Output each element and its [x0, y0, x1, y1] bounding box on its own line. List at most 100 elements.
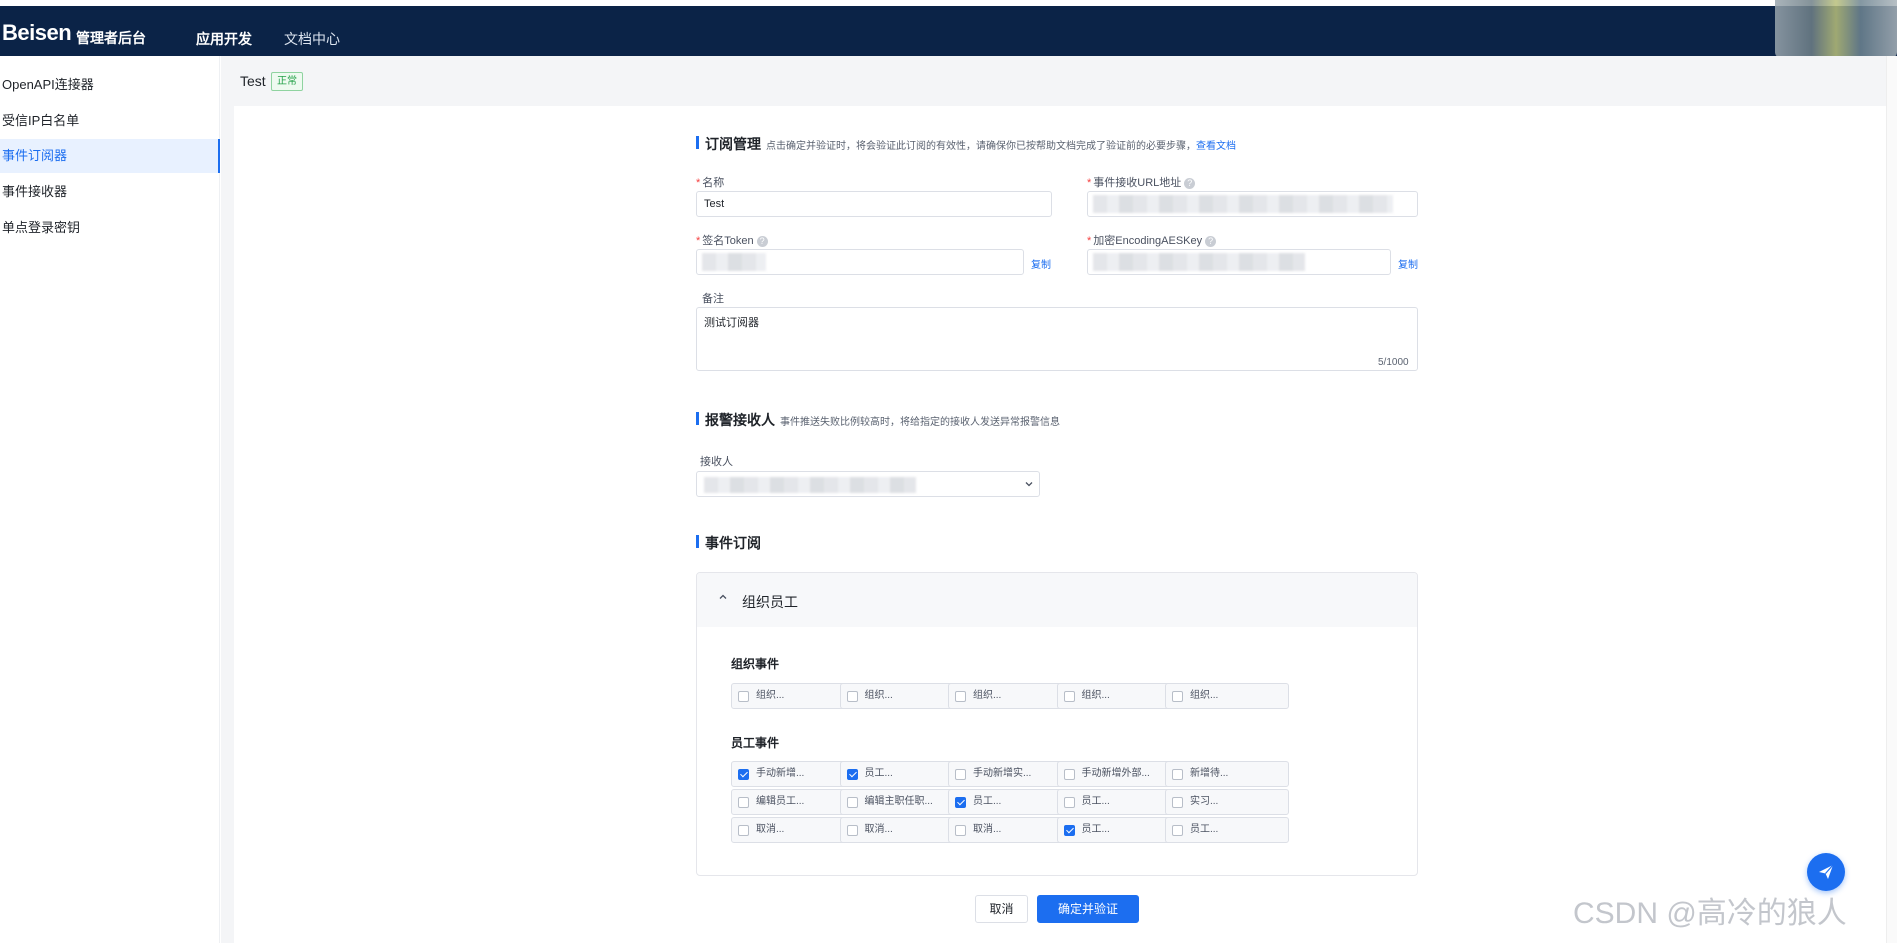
event-checkbox[interactable]: 组织... [1165, 683, 1289, 709]
event-checkbox[interactable]: 编辑员工... [731, 789, 855, 815]
checkbox-unchecked-icon[interactable] [738, 797, 749, 808]
checkbox-checked-icon[interactable] [955, 797, 966, 808]
event-checkbox-label: 员工... [1081, 796, 1110, 807]
event-checkbox[interactable]: 组织... [1056, 683, 1181, 709]
event-checkbox-label: 手动新增... [756, 768, 805, 779]
event-checkbox[interactable]: 手动新增实... [948, 761, 1072, 787]
event-checkbox[interactable]: 取消... [948, 817, 1072, 843]
copy-aes-key-button[interactable]: 复制 [1398, 256, 1418, 271]
checkbox-unchecked-icon[interactable] [1172, 825, 1183, 836]
paper-plane-icon [1819, 864, 1834, 879]
checkbox-unchecked-icon[interactable] [738, 825, 749, 836]
cancel-button[interactable]: 取消 [975, 895, 1028, 923]
event-checkbox-label: 组织... [864, 690, 893, 701]
event-checkbox-label: 取消... [864, 824, 893, 835]
event-checkbox-label: 组织... [973, 690, 1002, 701]
nav-doc-center[interactable]: 文档中心 [284, 29, 340, 49]
url-label-text: 事件接收URL地址 [1093, 177, 1182, 189]
event-checkbox[interactable]: 组织... [839, 683, 964, 709]
event-checkbox[interactable]: 新增待... [1165, 761, 1289, 787]
event-checkbox-label: 取消... [756, 824, 785, 835]
remark-char-counter: 5/1000 [1378, 357, 1409, 368]
name-label-text: 名称 [702, 177, 725, 189]
checkbox-unchecked-icon[interactable] [1172, 691, 1183, 702]
event-checkbox[interactable]: 手动新增外部... [1056, 761, 1181, 787]
remark-textarea[interactable]: 测试订阅器 [696, 307, 1418, 371]
checkbox-unchecked-icon[interactable] [846, 825, 858, 836]
checkbox-unchecked-icon[interactable] [846, 797, 858, 808]
checkbox-unchecked-icon[interactable] [1063, 769, 1075, 780]
event-checkbox[interactable]: 员工... [1165, 817, 1289, 843]
nav-app-development[interactable]: 应用开发 [196, 29, 252, 49]
name-label: * 名称 [696, 177, 725, 189]
event-checkbox-label: 员工... [864, 768, 893, 779]
checkbox-unchecked-icon[interactable] [955, 825, 966, 836]
top-navbar: Beisen 管理者后台 应用开发 文档中心 [0, 6, 1897, 56]
event-checkbox-label: 手动新增外部... [1081, 768, 1150, 779]
event-checkbox[interactable]: 员工... [1056, 789, 1181, 815]
event-checkbox[interactable]: 取消... [839, 817, 964, 843]
section-title-subscription: 订阅管理 [696, 134, 761, 154]
token-label: * 签名Token? [696, 232, 768, 248]
logo[interactable]: Beisen [2, 20, 72, 46]
event-checkbox[interactable]: 组织... [731, 683, 855, 709]
checkbox-unchecked-icon[interactable] [738, 691, 749, 702]
event-checkbox[interactable]: 员工... [839, 761, 964, 787]
checkbox-unchecked-icon[interactable] [1063, 797, 1075, 808]
event-checkbox-label: 组织... [756, 690, 785, 701]
redacted-token [702, 253, 766, 271]
event-checkbox-label: 组织... [1190, 690, 1219, 701]
checkbox-unchecked-icon[interactable] [955, 769, 966, 780]
logo-subtitle: 管理者后台 [76, 30, 146, 46]
event-checkbox-label: 组织... [1081, 690, 1110, 701]
checkbox-unchecked-icon[interactable] [846, 691, 858, 702]
event-checkbox[interactable]: 手动新增... [731, 761, 855, 787]
checkbox-checked-icon[interactable] [738, 769, 749, 780]
event-checkbox-label: 员工... [1081, 824, 1110, 835]
confirm-verify-button[interactable]: 确定并验证 [1037, 895, 1139, 923]
sidebar-item-ip-whitelist[interactable]: 受信IP白名单 [0, 104, 220, 138]
event-checkbox[interactable]: 员工... [1056, 817, 1181, 843]
sidebar-item-event-receiver[interactable]: 事件接收器 [0, 175, 220, 209]
token-label-text: 签名Token [702, 235, 754, 247]
event-group-title: 组织员工 [742, 594, 798, 610]
event-checkbox[interactable]: 取消... [731, 817, 855, 843]
checkbox-checked-icon[interactable] [1063, 825, 1075, 836]
floating-feedback-button[interactable] [1807, 853, 1845, 891]
event-checkbox-label: 编辑员工... [756, 796, 805, 807]
view-doc-link[interactable]: 查看文档 [1196, 141, 1236, 152]
org-events-title: 组织事件 [731, 657, 780, 671]
event-group-org-staff: 组织员工 组织事件 组织... 组织... 组织... 组织... 组织... 员工事件… [696, 572, 1418, 876]
event-checkbox-label: 取消... [973, 824, 1002, 835]
event-checkbox[interactable]: 实习... [1165, 789, 1289, 815]
checkbox-unchecked-icon[interactable] [1172, 769, 1183, 780]
chevron-up-icon[interactable] [717, 591, 729, 603]
sidebar-item-event-subscriber[interactable]: 事件订阅器 [0, 139, 220, 173]
event-checkbox[interactable]: 员工... [948, 789, 1072, 815]
remark-label: 备注 [702, 293, 724, 305]
scrollbar[interactable] [1886, 56, 1897, 943]
checkbox-unchecked-icon[interactable] [1063, 691, 1075, 702]
section-title-alarm: 报警接收人 [696, 410, 775, 430]
aes-key-label: * 加密EncodingAESKey? [1087, 232, 1217, 248]
sidebar-item-openapi-connector[interactable]: OpenAPI连接器 [0, 68, 220, 102]
help-icon[interactable]: ? [1184, 178, 1196, 189]
sidebar-item-sso-key[interactable]: 单点登录密钥 [0, 211, 220, 245]
name-input[interactable]: Test [696, 191, 1052, 217]
emp-events-title: 员工事件 [731, 736, 780, 750]
event-checkbox[interactable]: 编辑主职任职... [839, 789, 964, 815]
subscription-description: 点击确定并验证时，将会验证此订阅的有效性，请确保你已按帮助文档完成了验证前的必要… [766, 137, 1236, 152]
event-checkbox[interactable]: 组织... [948, 683, 1072, 709]
subscription-description-text: 点击确定并验证时，将会验证此订阅的有效性，请确保你已按帮助文档完成了验证前的必要… [766, 141, 1196, 152]
event-group-header[interactable]: 组织员工 [697, 573, 1417, 627]
user-avatar[interactable] [1775, 0, 1897, 58]
event-checkbox-label: 实习... [1190, 796, 1219, 807]
chevron-down-icon[interactable] [1024, 479, 1034, 489]
help-icon[interactable]: ? [756, 236, 768, 247]
checkbox-unchecked-icon[interactable] [955, 691, 966, 702]
copy-token-button[interactable]: 复制 [1031, 256, 1051, 271]
checkbox-checked-icon[interactable] [846, 769, 858, 780]
help-icon[interactable]: ? [1205, 236, 1217, 247]
checkbox-unchecked-icon[interactable] [1172, 797, 1183, 808]
event-checkbox-label: 员工... [973, 796, 1002, 807]
